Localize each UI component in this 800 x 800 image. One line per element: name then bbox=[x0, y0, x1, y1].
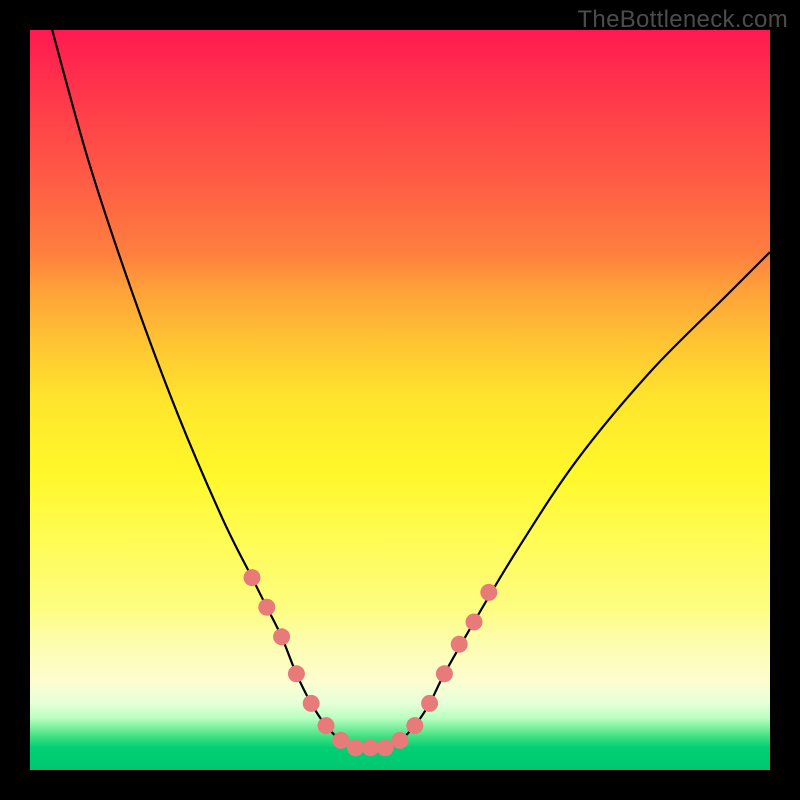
bottleneck-curve-svg bbox=[30, 30, 770, 770]
curve-marker bbox=[480, 584, 497, 601]
curve-marker bbox=[436, 665, 453, 682]
curve-marker bbox=[318, 717, 335, 734]
curve-marker bbox=[392, 732, 409, 749]
curve-marker bbox=[362, 739, 379, 756]
curve-marker bbox=[347, 739, 364, 756]
curve-marker bbox=[406, 717, 423, 734]
curve-marker bbox=[258, 599, 275, 616]
curve-marker bbox=[377, 739, 394, 756]
chart-plot-area bbox=[30, 30, 770, 770]
curve-marker bbox=[273, 628, 290, 645]
curve-marker bbox=[421, 695, 438, 712]
curve-marker bbox=[451, 636, 468, 653]
bottleneck-curve-path bbox=[52, 30, 770, 748]
curve-marker bbox=[303, 695, 320, 712]
watermark-text: TheBottleneck.com bbox=[577, 6, 788, 34]
curve-marker bbox=[288, 665, 305, 682]
curve-marker bbox=[332, 732, 349, 749]
curve-marker bbox=[466, 614, 483, 631]
curve-markers bbox=[244, 569, 498, 756]
curve-marker bbox=[244, 569, 261, 586]
